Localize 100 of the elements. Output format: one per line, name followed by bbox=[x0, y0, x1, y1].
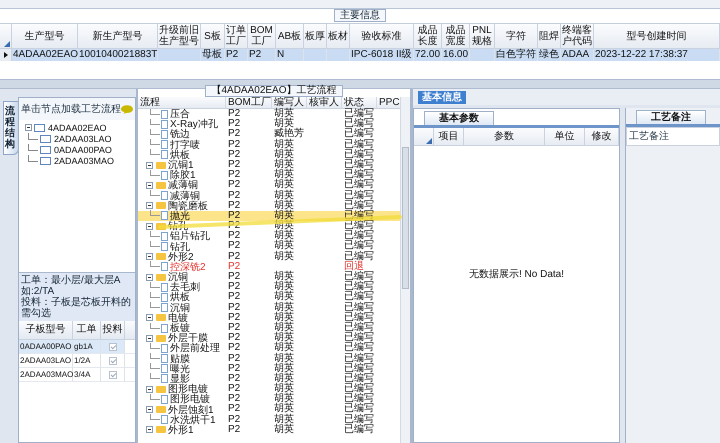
column-header[interactable]: 成品宽度 bbox=[442, 24, 470, 49]
column-header[interactable]: PPC bbox=[377, 97, 400, 109]
table-cell: 绿色 bbox=[538, 49, 561, 61]
column-header[interactable]: 参数 bbox=[464, 128, 545, 145]
tab[interactable]: 工艺备注 bbox=[636, 110, 706, 124]
tree-line bbox=[150, 322, 160, 329]
tree-item[interactable]: 2ADAA03LAO bbox=[54, 134, 112, 144]
column-header[interactable]: 生产型号 bbox=[12, 24, 78, 49]
column-header[interactable]: 升级前旧生产型号 bbox=[158, 24, 201, 49]
checkbox[interactable] bbox=[108, 356, 116, 364]
column-header[interactable]: 修改 bbox=[585, 128, 619, 145]
column-header[interactable]: 项目 bbox=[434, 128, 464, 145]
tree-item[interactable]: 烘板 bbox=[170, 290, 190, 304]
table-cell-text: P2 bbox=[227, 354, 242, 364]
tree-line bbox=[150, 170, 160, 176]
column-header[interactable]: 验收标准 bbox=[350, 24, 414, 49]
row-indicator[interactable] bbox=[0, 49, 12, 61]
file-icon bbox=[161, 211, 168, 220]
group-title: 主要信息 bbox=[334, 9, 386, 22]
tab[interactable]: 基本信息 bbox=[418, 91, 466, 104]
collapse-icon[interactable] bbox=[25, 124, 32, 131]
column-header[interactable]: BOM工厂 bbox=[248, 24, 276, 49]
collapse-icon[interactable] bbox=[146, 274, 153, 281]
table-cell-text: P2 bbox=[227, 404, 242, 415]
file-icon bbox=[161, 262, 168, 272]
table-cell bbox=[470, 49, 495, 61]
tree-line bbox=[150, 292, 160, 298]
column-header[interactable]: S板 bbox=[201, 24, 225, 49]
tree-item[interactable]: 压合 bbox=[170, 107, 190, 122]
tab[interactable]: 基本参数 bbox=[424, 111, 494, 125]
column-header[interactable]: PNL规格 bbox=[470, 24, 495, 49]
column-header[interactable]: 阻焊 bbox=[538, 24, 561, 49]
table-cell-text: P2 bbox=[227, 150, 242, 160]
collapse-icon[interactable] bbox=[146, 334, 153, 342]
column-header[interactable]: 成品长度 bbox=[414, 24, 442, 49]
side-tab[interactable]: 流程结构 bbox=[3, 101, 19, 155]
tree-line bbox=[28, 154, 38, 162]
column-header[interactable]: 型号创建时间 bbox=[594, 24, 720, 49]
tree-line bbox=[150, 241, 160, 248]
tree-item[interactable]: 0ADAA00PAO bbox=[54, 144, 112, 154]
table-cell-text: 胡英 bbox=[273, 210, 295, 221]
table-cell-text: 胡英 bbox=[273, 252, 295, 262]
tree-line bbox=[150, 342, 160, 349]
table-cell-text: 已编写 bbox=[343, 210, 375, 221]
column-header[interactable]: 工单 bbox=[73, 321, 101, 340]
scrollbar-thumb[interactable] bbox=[402, 147, 409, 289]
table-cell-text: P2 bbox=[227, 190, 242, 201]
table-cell-text: 已编写 bbox=[343, 292, 375, 302]
checkbox[interactable] bbox=[108, 342, 116, 350]
table-cell bbox=[304, 49, 327, 61]
tree-line bbox=[150, 394, 160, 400]
table-cell-text: P2 bbox=[227, 374, 242, 384]
table-cell: 0ADAA00PAO bbox=[19, 340, 73, 354]
tree-item[interactable]: 4ADAA02EAO bbox=[48, 122, 107, 132]
table-cell-text: 已编写 bbox=[343, 354, 375, 364]
table-cell: gb1A bbox=[73, 340, 101, 354]
collapse-icon[interactable] bbox=[146, 162, 153, 169]
column-header[interactable]: AB板 bbox=[276, 24, 304, 49]
panel-title: 【4ADAA02EAO】工艺流程 bbox=[205, 85, 343, 97]
table-cell: N bbox=[276, 49, 304, 61]
table-cell-text: 已编写 bbox=[343, 140, 375, 150]
column-header[interactable]: BOM工厂 bbox=[226, 97, 272, 109]
column-header[interactable]: 板厚 bbox=[304, 24, 327, 49]
column-header[interactable]: 终端客户代码 bbox=[561, 24, 594, 49]
field-label: 工艺备注 bbox=[626, 127, 720, 146]
checkbox[interactable] bbox=[108, 370, 116, 378]
tree-line bbox=[150, 363, 160, 370]
table-cell-text: 已编写 bbox=[343, 150, 375, 160]
column-header[interactable]: 订单工厂 bbox=[225, 24, 248, 49]
collapse-icon[interactable] bbox=[146, 426, 153, 434]
table-cell-text: 胡英 bbox=[273, 109, 295, 119]
table-cell-text: P2 bbox=[227, 394, 242, 404]
column-header[interactable]: 单位 bbox=[545, 128, 585, 145]
table-cell: 母板 bbox=[201, 49, 225, 61]
table-cell-text: 已编写 bbox=[343, 414, 375, 425]
table-cell-text: 胡英 bbox=[273, 374, 295, 384]
tree-line bbox=[150, 118, 160, 125]
table-cell: P2 bbox=[225, 49, 248, 61]
collapse-icon[interactable] bbox=[146, 406, 153, 414]
collapse-icon[interactable] bbox=[146, 386, 153, 393]
collapse-icon[interactable] bbox=[146, 182, 153, 189]
column-header[interactable]: 状态 bbox=[342, 97, 377, 109]
column-header[interactable]: 编写人 bbox=[272, 97, 307, 109]
collapse-icon[interactable] bbox=[146, 314, 153, 322]
collapse-icon[interactable] bbox=[146, 253, 153, 260]
hint-text: 单击节点加载工艺流程 bbox=[21, 102, 121, 116]
table-cell-text: 胡英 bbox=[273, 241, 295, 252]
column-header[interactable]: 新生产型号 bbox=[78, 24, 158, 49]
column-header[interactable]: 投料 bbox=[101, 321, 125, 340]
scrollbar[interactable] bbox=[400, 97, 410, 443]
column-header[interactable]: 字符 bbox=[495, 24, 538, 49]
table-cell: 16.00 bbox=[442, 49, 470, 61]
column-header[interactable]: 板材 bbox=[327, 24, 350, 49]
table-cell: P2 bbox=[248, 49, 276, 61]
collapse-icon[interactable] bbox=[146, 202, 153, 210]
collapse-icon[interactable] bbox=[146, 222, 153, 230]
tree-item[interactable]: 铝片钻孔 bbox=[170, 229, 210, 244]
column-header[interactable]: 子板型号 bbox=[19, 321, 73, 340]
tree-item[interactable]: 2ADAA03MAO bbox=[54, 156, 114, 166]
table-cell-text: 臧艳芳 bbox=[273, 129, 305, 140]
